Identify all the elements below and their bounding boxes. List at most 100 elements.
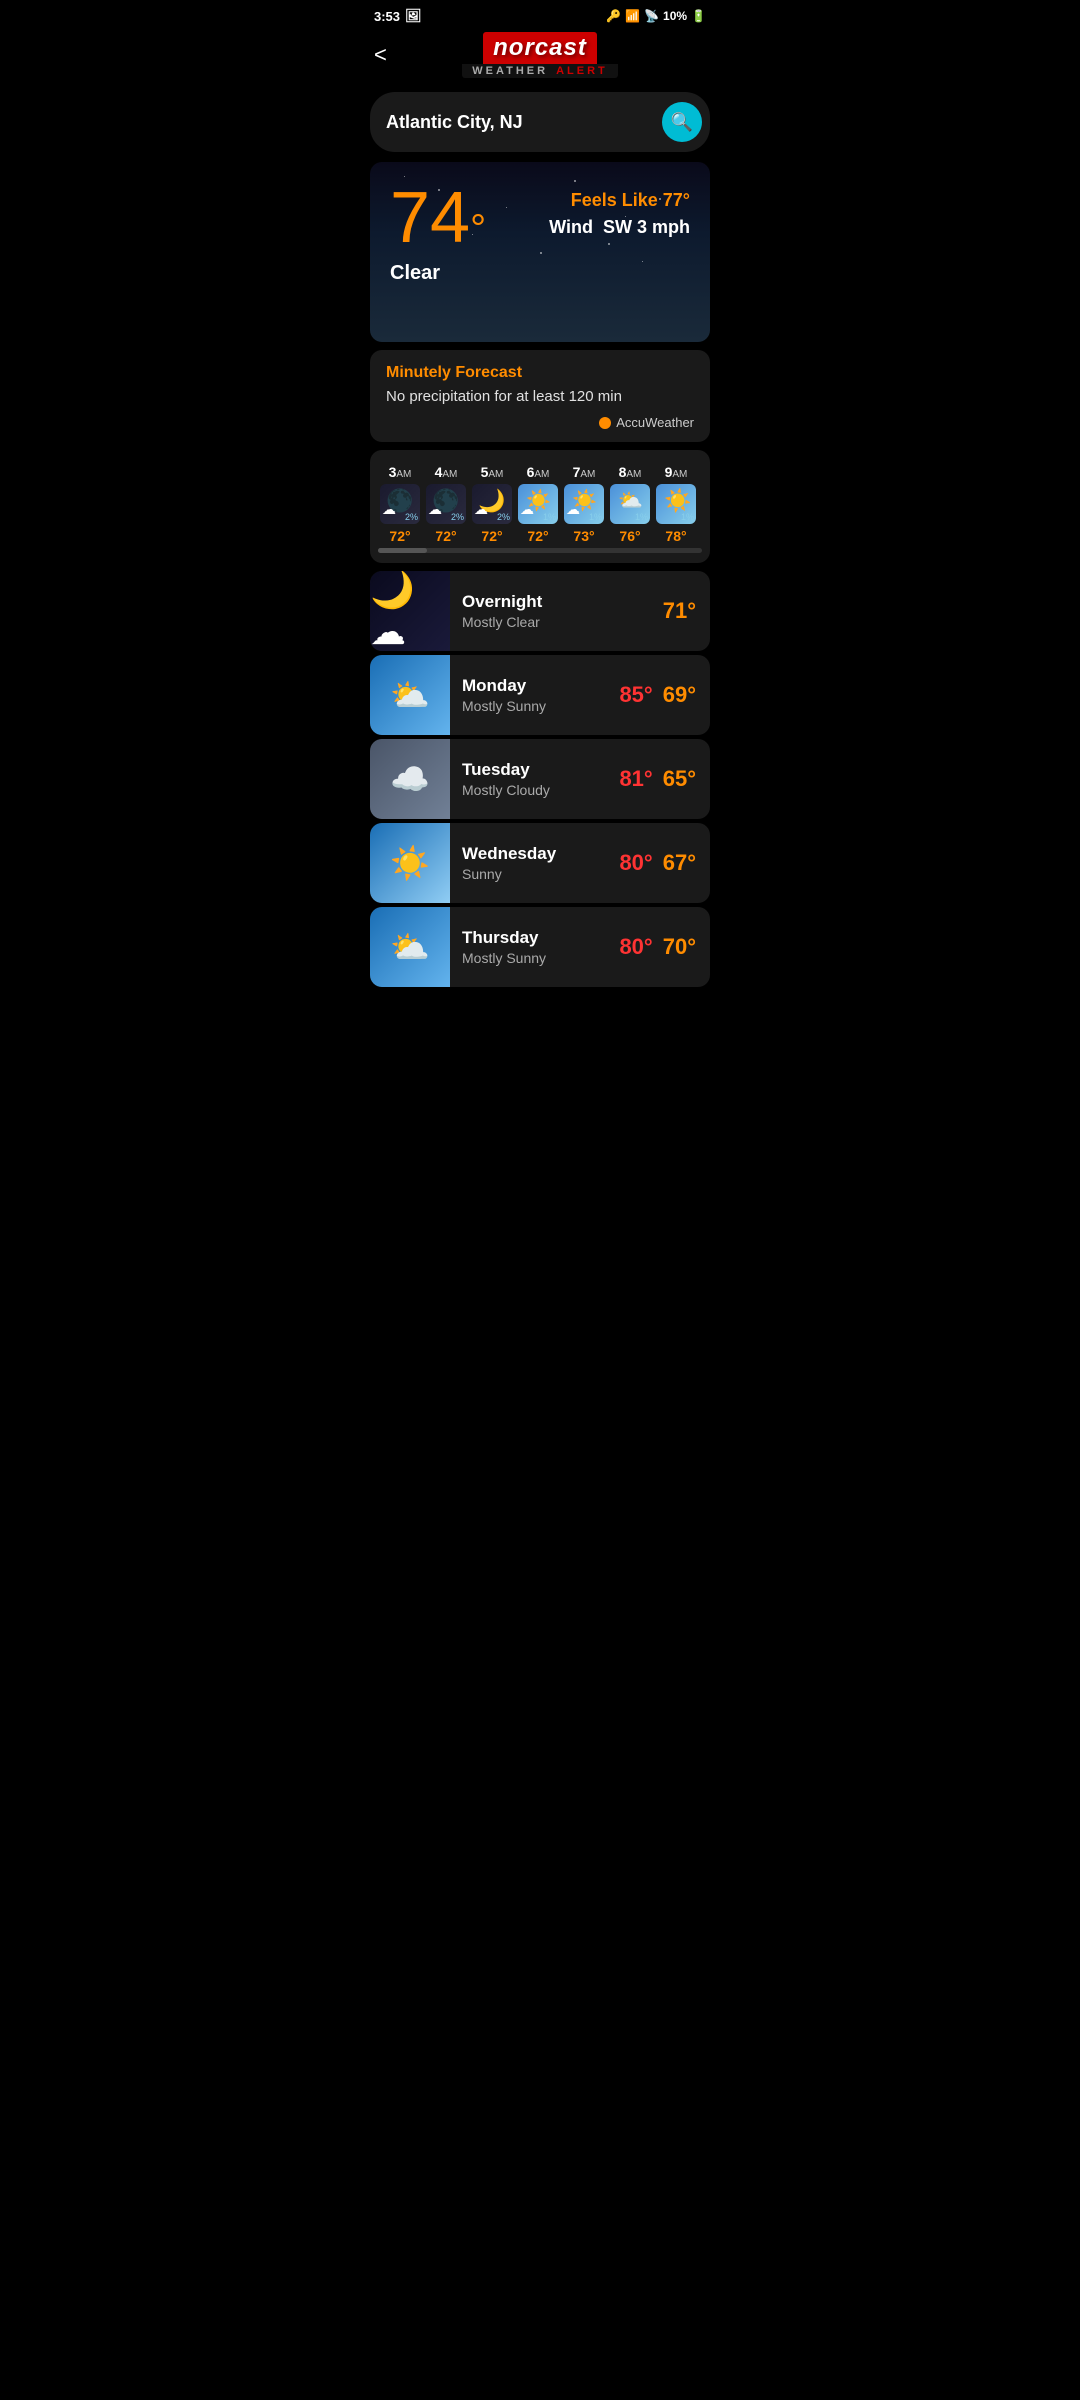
- temperature-display: 74° Clear Feels Like 77° Wind SW 3 mph: [390, 182, 690, 285]
- logo-top-text: norcast: [493, 34, 587, 61]
- status-time-area: 3:53 🖼: [374, 8, 422, 24]
- hour-icon-7am: ☀️ ☁ 1%: [564, 484, 604, 524]
- accuweather-label: AccuWeather: [616, 415, 694, 430]
- daily-low-tuesday: 65°: [663, 766, 696, 792]
- weather-condition: Clear: [390, 262, 486, 285]
- daily-info-thursday: Thursday Mostly Sunny: [462, 928, 607, 966]
- hour-temp-4am: 72°: [435, 528, 456, 544]
- hour-ampm-7am: AM: [580, 469, 595, 480]
- daily-info-monday: Monday Mostly Sunny: [462, 676, 607, 714]
- hour-icon-9am: ☀️ 1%: [656, 484, 696, 524]
- daily-high-monday: 85°: [619, 682, 652, 708]
- daily-high-thursday: 80°: [619, 934, 652, 960]
- daily-temps-overnight: 71°: [663, 598, 710, 624]
- daily-low-overnight: 71°: [663, 598, 696, 624]
- accuweather-dot-icon: [599, 417, 611, 429]
- hour-ampm-9am: AM: [672, 469, 687, 480]
- hourly-item-3am: 3AM 🌑 ☁ 2% 72°: [378, 464, 422, 544]
- accuweather-attribution: AccuWeather: [386, 415, 694, 430]
- hour-icon-4am: 🌑 ☁ 2%: [426, 484, 466, 524]
- hour-temp-7am: 73°: [573, 528, 594, 544]
- hour-icon-3am: 🌑 ☁ 2%: [380, 484, 420, 524]
- temp-details: Feels Like 77° Wind SW 3 mph: [549, 182, 690, 238]
- daily-day-thursday: Thursday: [462, 928, 607, 948]
- logo-norcast-text: norcast: [483, 32, 597, 64]
- daily-info-overnight: Overnight Mostly Clear: [462, 592, 651, 630]
- status-bar: 3:53 🖼 🔑 📶 📡 10% 🔋: [360, 0, 720, 28]
- daily-item-tuesday: ☁️ Tuesday Mostly Cloudy 81° 65°: [370, 739, 710, 819]
- logo-subtitle: WEATHER ALERT: [462, 64, 617, 78]
- hour-temp-9am: 78°: [665, 528, 686, 544]
- search-bar[interactable]: Atlantic City, NJ 🔍: [370, 92, 710, 152]
- hourly-item-7am: 7AM ☀️ ☁ 1% 73°: [562, 464, 606, 544]
- daily-day-wednesday: Wednesday: [462, 844, 607, 864]
- location-display: Atlantic City, NJ: [386, 112, 662, 133]
- daily-low-thursday: 70°: [663, 934, 696, 960]
- daily-icon-overnight: 🌙☁: [370, 571, 450, 651]
- hour-icon-8am: ⛅ 1%: [610, 484, 650, 524]
- hourly-item-9am: 9AM ☀️ 1% 78°: [654, 464, 698, 544]
- hour-ampm-5am: AM: [488, 469, 503, 480]
- time-display: 3:53: [374, 9, 400, 24]
- signal-icon: 📡: [644, 9, 659, 23]
- weather-hero: 74° Clear Feels Like 77° Wind SW 3 mph: [370, 162, 710, 342]
- daily-low-monday: 69°: [663, 682, 696, 708]
- back-button[interactable]: <: [374, 42, 387, 68]
- daily-day-tuesday: Tuesday: [462, 760, 607, 780]
- daily-temps-thursday: 80° 70°: [619, 934, 710, 960]
- hour-ampm-3am: AM: [396, 469, 411, 480]
- daily-high-tuesday: 81°: [619, 766, 652, 792]
- feels-like-label: Feels Like: [571, 190, 658, 210]
- daily-high-wednesday: 80°: [619, 850, 652, 876]
- hour-ampm-4am: AM: [442, 469, 457, 480]
- daily-temps-monday: 85° 69°: [619, 682, 710, 708]
- hour-temp-6am: 72°: [527, 528, 548, 544]
- minutely-forecast-title: Minutely Forecast: [386, 364, 694, 382]
- daily-item-monday: ⛅ Monday Mostly Sunny 85° 69°: [370, 655, 710, 735]
- hourly-item-6am: 6AM ☀️ ☁ 1% 72°: [516, 464, 560, 544]
- daily-item-overnight: 🌙☁ Overnight Mostly Clear 71°: [370, 571, 710, 651]
- daily-info-tuesday: Tuesday Mostly Cloudy: [462, 760, 607, 798]
- daily-icon-thursday: ⛅: [370, 907, 450, 987]
- daily-icon-monday: ⛅: [370, 655, 450, 735]
- feels-like-display: Feels Like 77°: [549, 190, 690, 211]
- hour-temp-5am: 72°: [481, 528, 502, 544]
- feels-like-value: 77°: [663, 190, 690, 210]
- hour-icon-5am: 🌙 ☁ 2%: [472, 484, 512, 524]
- hour-ampm-8am: AM: [626, 469, 641, 480]
- hour-temp-3am: 72°: [389, 528, 410, 544]
- daily-icon-tuesday: ☁️: [370, 739, 450, 819]
- minutely-forecast-card: Minutely Forecast No precipitation for a…: [370, 350, 710, 442]
- wind-label: Wind: [549, 217, 593, 237]
- main-temperature: 74° Clear: [390, 182, 486, 285]
- hourly-scroll-container[interactable]: 3AM 🌑 ☁ 2% 72° 4AM 🌑 ☁ 2% 72° 5AM: [378, 464, 702, 544]
- wind-value: SW 3 mph: [603, 217, 690, 237]
- daily-item-thursday: ⛅ Thursday Mostly Sunny 80° 70°: [370, 907, 710, 987]
- daily-condition-tuesday: Mostly Cloudy: [462, 782, 607, 798]
- photo-icon: 🖼: [405, 8, 422, 24]
- battery-icon: 🔋: [691, 9, 706, 23]
- status-icons-area: 🔑 📶 📡 10% 🔋: [606, 9, 706, 23]
- wifi-icon: 📶: [625, 9, 640, 23]
- logo-alert-text: ALERT: [556, 65, 608, 77]
- search-button[interactable]: 🔍: [662, 102, 702, 142]
- daily-temps-wednesday: 80° 67°: [619, 850, 710, 876]
- daily-condition-overnight: Mostly Clear: [462, 614, 651, 630]
- hourly-item-5am: 5AM 🌙 ☁ 2% 72°: [470, 464, 514, 544]
- key-icon: 🔑: [606, 9, 621, 23]
- hour-icon-6am: ☀️ ☁ 1%: [518, 484, 558, 524]
- battery-text: 10%: [663, 9, 687, 23]
- daily-condition-wednesday: Sunny: [462, 866, 607, 882]
- daily-icon-wednesday: ☀️: [370, 823, 450, 903]
- temp-unit: °: [470, 207, 486, 251]
- daily-temps-tuesday: 81° 65°: [619, 766, 710, 792]
- daily-day-overnight: Overnight: [462, 592, 651, 612]
- daily-condition-thursday: Mostly Sunny: [462, 950, 607, 966]
- hourly-scroll-indicator: [378, 548, 427, 553]
- daily-low-wednesday: 67°: [663, 850, 696, 876]
- daily-condition-monday: Mostly Sunny: [462, 698, 607, 714]
- temp-value: 74: [390, 178, 470, 258]
- hourly-item-8am: 8AM ⛅ 1% 76°: [608, 464, 652, 544]
- app-header: < norcast WEATHER ALERT: [360, 28, 720, 86]
- hourly-scroll-track: [378, 548, 702, 553]
